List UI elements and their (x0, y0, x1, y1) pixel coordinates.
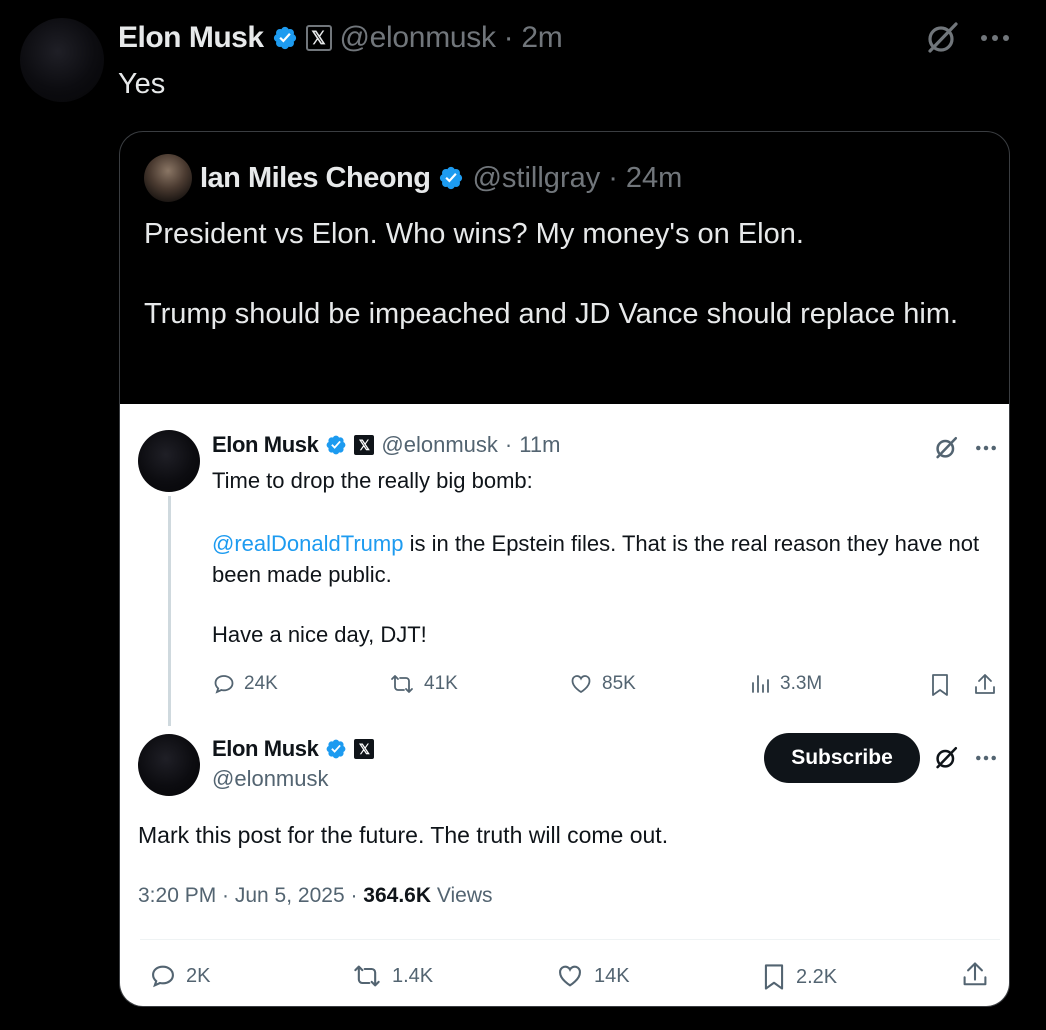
post-time[interactable]: 2m (521, 21, 562, 55)
view-count: 3.3M (780, 673, 823, 694)
repost-stat: 41K (388, 672, 458, 696)
heart-icon (559, 965, 581, 987)
x-affiliate-badge-icon: 𝕏 (354, 435, 375, 455)
reply-count: 24K (244, 673, 278, 694)
grok-icon[interactable] (922, 18, 962, 58)
x-affiliate-badge-icon: 𝕏 (354, 739, 375, 759)
author-handle[interactable]: @stillgray (472, 162, 600, 195)
author-handle[interactable]: @elonmusk (340, 21, 496, 55)
verified-badge-icon (327, 739, 346, 759)
separator-dot: · (503, 21, 514, 54)
share-icon (975, 674, 995, 694)
verified-badge-icon[interactable] (438, 165, 464, 191)
bookmark-icon (764, 964, 784, 990)
embedded-post-header: Elon Musk 𝕏 (212, 734, 375, 764)
verified-badge-icon[interactable] (272, 25, 298, 51)
like-stat: 85K (568, 672, 636, 696)
grok-icon (936, 746, 958, 769)
post-time[interactable]: 24m (626, 162, 682, 195)
embedded-post-text: @realDonaldTrump is in the Epstein files… (212, 528, 1002, 590)
heart-icon (571, 675, 591, 694)
quoted-post-card[interactable]: Ian Miles Cheong @stillgray · 24m Presid… (119, 131, 1010, 1007)
repost-count: 1.4K (392, 964, 434, 987)
repost-icon (354, 965, 380, 987)
author-name[interactable]: Ian Miles Cheong (200, 162, 431, 195)
quoted-post-text: Trump should be impeached and JD Vance s… (144, 298, 959, 330)
post-header: Elon Musk 𝕏 @elonmusk · 2m (118, 18, 563, 58)
reply-count: 2K (186, 964, 211, 987)
like-stat: 14K (554, 962, 630, 990)
bookmark-stat: 2.2K (760, 962, 837, 992)
repost-count: 41K (424, 673, 458, 694)
more-options-icon (976, 755, 996, 761)
analytics-icon (752, 675, 769, 693)
share-icon (963, 962, 987, 986)
reply-icon (152, 965, 174, 988)
reply-stat: 24K (212, 672, 278, 696)
post-timestamp-line: 3:20 PM · Jun 5, 2025 · 364.6K Views (138, 884, 493, 908)
author-name[interactable]: Elon Musk (118, 21, 264, 55)
embedded-post-header: Elon Musk 𝕏 @elonmusk · 11m (212, 430, 560, 460)
author-name: Elon Musk (212, 736, 319, 761)
post-text: Yes (118, 68, 166, 100)
thread-connector-line (168, 496, 171, 726)
post-time: 11m (519, 432, 561, 457)
quoted-post-header: Ian Miles Cheong @stillgray · 24m (144, 154, 682, 202)
subscribe-button: Subscribe (764, 733, 920, 783)
views-label: Views (431, 884, 493, 907)
repost-stat: 1.4K (350, 962, 433, 990)
avatar (138, 734, 200, 796)
grok-icon (936, 436, 958, 459)
repost-icon (391, 675, 413, 693)
separator-dot: · (504, 432, 513, 457)
divider (140, 939, 1000, 940)
author-handle: @elonmusk (381, 432, 498, 457)
view-count: 364.6K (363, 884, 432, 907)
reply-stat: 2K (148, 962, 210, 990)
post-timestamp: 3:20 PM · Jun 5, 2025 · (138, 884, 364, 907)
author-handle: @elonmusk (212, 766, 329, 791)
author-name: Elon Musk (212, 432, 319, 457)
bookmark-count: 2.2K (796, 965, 838, 988)
embedded-post-text: Have a nice day, DJT! (212, 622, 427, 647)
like-count: 85K (602, 673, 636, 694)
embedded-post-text: Mark this post for the future. The truth… (138, 822, 669, 848)
views-stat: 3.3M (748, 672, 822, 696)
verified-badge-icon (327, 435, 346, 455)
avatar[interactable] (144, 154, 192, 202)
x-affiliate-badge-icon: 𝕏 (305, 25, 332, 51)
attached-screenshot-image[interactable]: Elon Musk 𝕏 @elonmusk · 11m Time to drop… (120, 404, 1009, 1006)
embedded-post-text: Time to drop the really big bomb: (212, 468, 533, 493)
more-options-icon (976, 445, 996, 451)
like-count: 14K (594, 964, 630, 987)
avatar[interactable] (20, 18, 104, 102)
bookmark-icon (932, 674, 948, 696)
avatar (138, 430, 200, 492)
more-options-icon[interactable] (975, 18, 1015, 58)
mention-link: @realDonaldTrump (212, 531, 404, 556)
separator-dot: · (608, 161, 618, 194)
quoted-post-text: President vs Elon. Who wins? My money's … (144, 218, 804, 250)
reply-icon (214, 675, 234, 694)
